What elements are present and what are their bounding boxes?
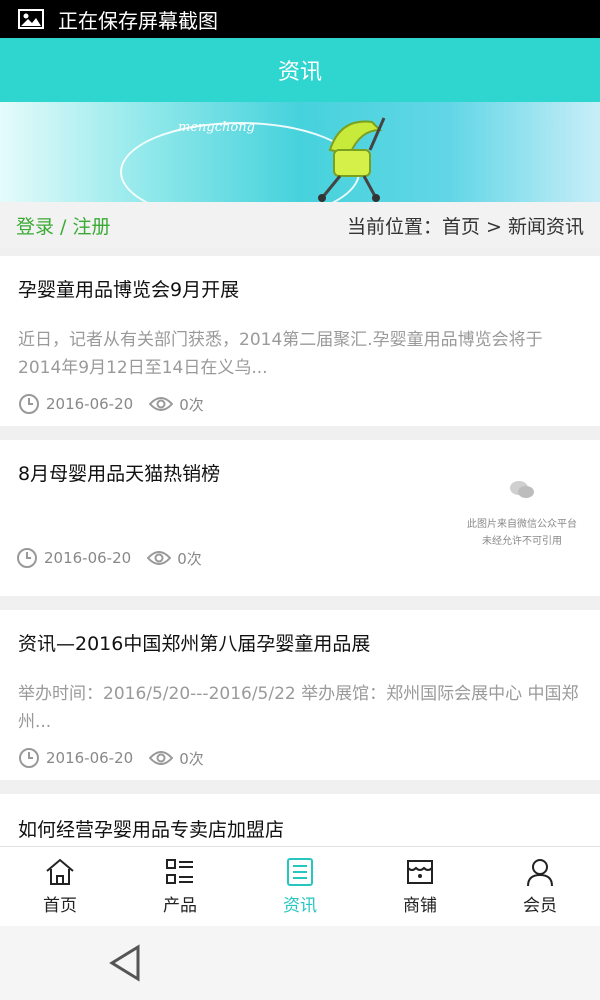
date-text: 2016-06-20 [44, 549, 132, 567]
article-list[interactable]: 孕婴童用品博览会9月开展 近日，记者从有关部门获悉，2014第二届聚汇.孕婴童用… [0, 256, 600, 846]
article-views: 0次 [149, 748, 204, 769]
views-text: 0次 [179, 395, 204, 414]
list-item[interactable]: 8月母婴用品天猫热销榜 此图片来自微信公众平台 未经允许不可引用 2016-06… [0, 440, 600, 596]
list-item[interactable]: 孕婴童用品博览会9月开展 近日，记者从有关部门获悉，2014第二届聚汇.孕婴童用… [0, 256, 600, 426]
tab-home[interactable]: 首页 [0, 847, 120, 926]
banner-script-text: mengchong [178, 120, 255, 135]
bottom-tab-bar: 首页 产品 资讯 商铺 会员 [0, 846, 600, 926]
tab-label: 产品 [163, 896, 197, 916]
article-meta: 2016-06-20 0次 [16, 536, 202, 580]
article-date: 2016-06-20 [16, 547, 131, 569]
tab-label: 资讯 [283, 896, 317, 916]
breadcrumb: 当前位置：首页 > 新闻资讯 [347, 215, 584, 238]
status-bar: 正在保存屏幕截图 [0, 0, 600, 38]
article-title[interactable]: 如何经营孕婴用品专卖店加盟店 [18, 816, 582, 844]
watermark-line2: 未经允许不可引用 [482, 536, 562, 547]
article-meta: 2016-06-20 0次 [18, 382, 582, 426]
back-icon[interactable] [108, 944, 142, 982]
breadcrumb-bar: 登录 / 注册 当前位置：首页 > 新闻资讯 [0, 202, 600, 248]
tab-label: 商铺 [403, 896, 437, 916]
date-text: 2016-06-20 [46, 749, 134, 767]
watermark-line1: 此图片来自微信公众平台 [467, 519, 577, 530]
eye-icon [149, 397, 174, 411]
shop-icon [407, 860, 433, 884]
stroller-illustration [318, 117, 386, 202]
list-item[interactable]: 如何经营孕婴用品专卖店加盟店 [0, 794, 600, 846]
status-text: 正在保存屏幕截图 [58, 8, 218, 33]
home-icon [46, 858, 74, 885]
article-date: 2016-06-20 [18, 747, 133, 769]
tab-news[interactable]: 资讯 [240, 847, 360, 926]
article-date: 2016-06-20 [18, 393, 133, 415]
clock-icon [17, 548, 37, 568]
clock-icon [19, 394, 39, 414]
user-icon [527, 859, 553, 887]
article-desc: 举办时间：2016/5/20---2016/5/22 举办展馆：郑州国际会展中心… [18, 684, 579, 732]
list-icon [166, 859, 193, 884]
eye-icon [147, 551, 172, 565]
wechat-icon [510, 481, 534, 498]
tab-shop[interactable]: 商铺 [360, 847, 480, 926]
article-views: 0次 [149, 394, 204, 415]
article-desc: 近日，记者从有关部门获悉，2014第二届聚汇.孕婴童用品博览会将于2014年9月… [18, 330, 543, 378]
eye-icon [149, 751, 174, 765]
tab-member[interactable]: 会员 [480, 847, 600, 926]
views-text: 0次 [179, 749, 204, 768]
article-title[interactable]: 孕婴童用品博览会9月开展 [18, 276, 582, 304]
date-text: 2016-06-20 [46, 395, 134, 413]
tab-label: 首页 [43, 896, 77, 916]
page-title: 资讯 [277, 60, 322, 85]
news-icon [287, 858, 313, 886]
tab-products[interactable]: 产品 [120, 847, 240, 926]
image-icon [18, 9, 44, 29]
tab-label: 会员 [523, 896, 557, 916]
article-title[interactable]: 资讯—2016中国郑州第八届孕婴童用品展 [18, 630, 582, 658]
system-nav-bar [0, 926, 600, 1000]
list-item[interactable]: 资讯—2016中国郑州第八届孕婴童用品展 举办时间：2016/5/20---20… [0, 610, 600, 780]
login-register-link[interactable]: 登录 / 注册 [16, 212, 110, 239]
article-views: 0次 [147, 548, 202, 569]
article-meta: 2016-06-20 0次 [18, 736, 582, 780]
page-header: 资讯 [0, 38, 600, 102]
clock-icon [19, 748, 39, 768]
banner-image[interactable]: mengchong [0, 102, 600, 202]
wechat-watermark: 此图片来自微信公众平台 未经允许不可引用 [462, 480, 582, 550]
views-text: 0次 [177, 549, 202, 568]
